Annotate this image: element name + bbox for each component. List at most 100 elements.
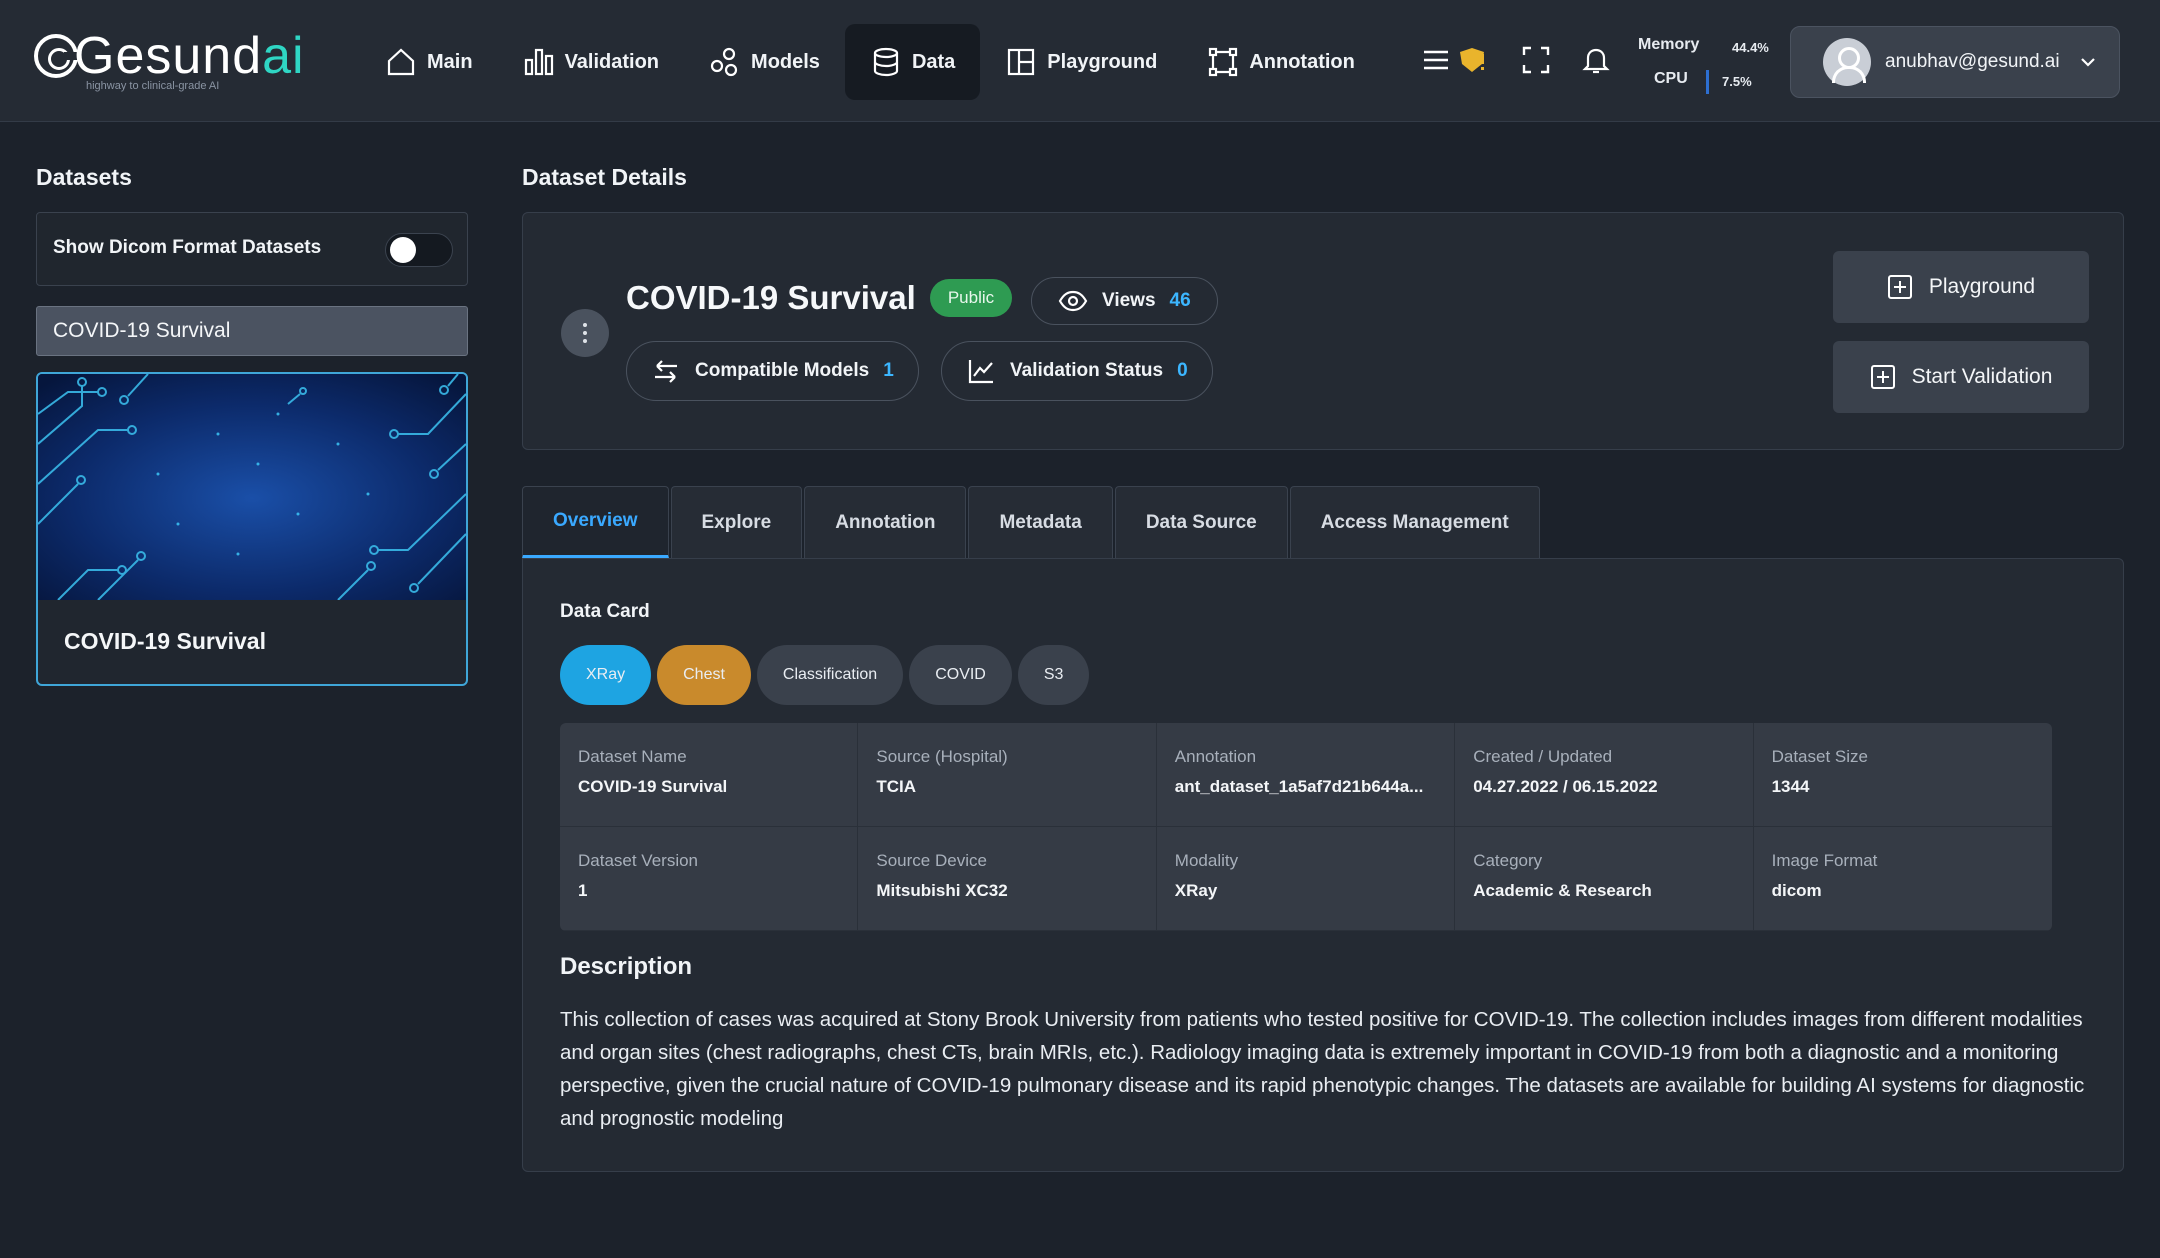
nav-models[interactable]: Models	[684, 24, 845, 100]
memory-label: Memory	[1638, 36, 1700, 53]
models-icon	[710, 47, 738, 77]
playground-button[interactable]: Playground	[1833, 251, 2089, 323]
info-cell: Dataset Name COVID-19 Survival	[560, 723, 859, 827]
logo-text: Gesundai	[74, 27, 305, 85]
info-value: 04.27.2022 / 06.15.2022	[1473, 777, 1658, 796]
views-pill: Views 46	[1031, 277, 1218, 325]
info-cell: Dataset Size 1344	[1753, 723, 2052, 827]
compatible-models-label: Compatible Models	[695, 360, 870, 381]
info-key: Created / Updated	[1473, 747, 1613, 766]
fullscreen-icon[interactable]	[1520, 44, 1552, 81]
nav-playground-label: Playground	[1047, 50, 1158, 73]
dataset-tabs: Overview Explore Annotation Metadata Dat…	[522, 486, 1542, 558]
overview-panel: Data Card XRay Chest Classification COVI…	[522, 558, 2124, 1172]
info-key: Annotation	[1174, 747, 1257, 766]
datasets-title: Datasets	[36, 164, 132, 190]
line-chart-icon	[968, 360, 993, 384]
views-count: 46	[1169, 290, 1191, 311]
more-options-button[interactable]	[561, 309, 609, 357]
dicom-toggle-switch[interactable]	[385, 233, 453, 267]
tab-access-management[interactable]: Access Management	[1289, 486, 1540, 558]
validation-status-count: 0	[1177, 360, 1188, 381]
info-value: Mitsubishi XC32	[876, 881, 1008, 900]
add-square-icon	[1870, 365, 1895, 389]
description-text: This collection of cases was acquired at…	[560, 1008, 2085, 1130]
start-validation-button[interactable]: Start Validation	[1833, 341, 2089, 413]
info-cell: Source Device Mitsubishi XC32	[858, 827, 1157, 931]
info-key: Modality	[1174, 851, 1239, 870]
info-key: Dataset Name	[578, 747, 687, 766]
dataset-card[interactable]: COVID-19 Survival	[36, 372, 468, 686]
nav-main[interactable]: Main	[360, 24, 498, 100]
tab-annotation[interactable]: Annotation	[804, 486, 967, 558]
nav-data[interactable]: Data	[844, 24, 981, 100]
chevron-down-icon	[2081, 58, 2095, 67]
nav-validation[interactable]: Validation	[498, 24, 684, 100]
tag-chip[interactable]: Chest	[657, 645, 751, 705]
avatar	[1823, 38, 1871, 86]
tab-data-source[interactable]: Data Source	[1114, 486, 1288, 558]
tag-chip[interactable]: Classification	[756, 645, 904, 705]
memory-value: 44.4%	[1732, 40, 1769, 55]
start-validation-button-label: Start Validation	[1911, 365, 2053, 388]
nav-models-label: Models	[751, 50, 820, 73]
dataset-details-card: COVID-19 Survival Public Views 46 Compat…	[522, 212, 2124, 450]
annotation-icon	[1209, 47, 1238, 77]
tab-overview[interactable]: Overview	[522, 486, 669, 558]
validation-status-button[interactable]: Validation Status 0	[941, 341, 1213, 401]
logo-tagline: highway to clinical-grade AI	[86, 80, 220, 92]
logo-mark-icon	[34, 34, 78, 78]
nav-main-label: Main	[427, 50, 473, 73]
user-menu[interactable]: anubhav@gesund.ai	[1790, 26, 2120, 98]
compatible-models-count: 1	[883, 360, 894, 381]
home-icon	[387, 48, 415, 76]
info-value: 1344	[1771, 777, 1810, 796]
tag-chip[interactable]: COVID	[909, 645, 1012, 705]
tab-explore[interactable]: Explore	[670, 486, 803, 558]
dataset-title: COVID-19 Survival	[626, 279, 916, 316]
shield-alert-icon[interactable]	[1456, 44, 1488, 81]
views-label: Views	[1102, 290, 1156, 311]
nav-annotation[interactable]: Annotation	[1182, 24, 1380, 100]
dataset-search-field[interactable]: COVID-19 Survival	[36, 306, 468, 356]
info-cell: Image Format dicom	[1753, 827, 2052, 931]
data-card-title: Data Card	[560, 601, 650, 622]
info-value: TCIA	[876, 777, 917, 796]
main-nav: Main Validation Models Data Playground A…	[360, 24, 1380, 100]
tag-chip[interactable]: S3	[1017, 645, 1090, 705]
playground-button-label: Playground	[1928, 275, 2036, 298]
dataset-card-title: COVID-19 Survival	[64, 628, 266, 654]
dataset-info-grid: Dataset Name COVID-19 Survival Source (Ho…	[560, 723, 2052, 931]
tab-metadata[interactable]: Metadata	[968, 486, 1113, 558]
menu-icon[interactable]	[1420, 44, 1452, 81]
system-stats: Memory 44.4% CPU 7.5%	[1636, 34, 1776, 94]
info-cell: Source (Hospital) TCIA	[858, 723, 1157, 827]
info-key: Category	[1473, 851, 1543, 870]
gesund-logo[interactable]: Gesundai highway to clinical-grade AI	[34, 26, 304, 96]
info-key: Source Device	[876, 851, 987, 870]
info-cell: Created / Updated 04.27.2022 / 06.15.2022	[1455, 723, 1754, 827]
info-cell: Dataset Version 1	[560, 827, 859, 931]
dicom-toggle-row: Show Dicom Format Datasets	[36, 212, 468, 286]
bell-icon[interactable]	[1580, 44, 1612, 81]
info-value: Academic & Research	[1473, 881, 1652, 900]
compatible-models-button[interactable]: Compatible Models 1	[626, 341, 919, 401]
cpu-value: 7.5%	[1722, 74, 1752, 89]
dicom-toggle-label: Show Dicom Format Datasets	[53, 237, 322, 258]
swap-arrows-icon	[655, 360, 677, 383]
info-cell: Annotation ant_dataset_1a5af7d21b644a...	[1156, 723, 1456, 827]
tag-chip[interactable]: XRay	[560, 645, 652, 705]
cpu-divider	[1706, 70, 1709, 94]
nav-playground[interactable]: Playground	[980, 24, 1182, 100]
description-title: Description	[560, 953, 693, 980]
dataset-details-title: Dataset Details	[522, 164, 687, 190]
info-key: Image Format	[1771, 851, 1878, 870]
info-value: dicom	[1771, 881, 1822, 900]
info-value: COVID-19 Survival	[578, 777, 728, 796]
visibility-badge: Public	[930, 279, 1012, 317]
validation-status-label: Validation Status	[1010, 360, 1164, 381]
info-key: Dataset Version	[578, 851, 699, 870]
playground-icon	[1008, 48, 1035, 76]
info-cell: Modality XRay	[1156, 827, 1456, 931]
info-cell: Category Academic & Research	[1455, 827, 1754, 931]
